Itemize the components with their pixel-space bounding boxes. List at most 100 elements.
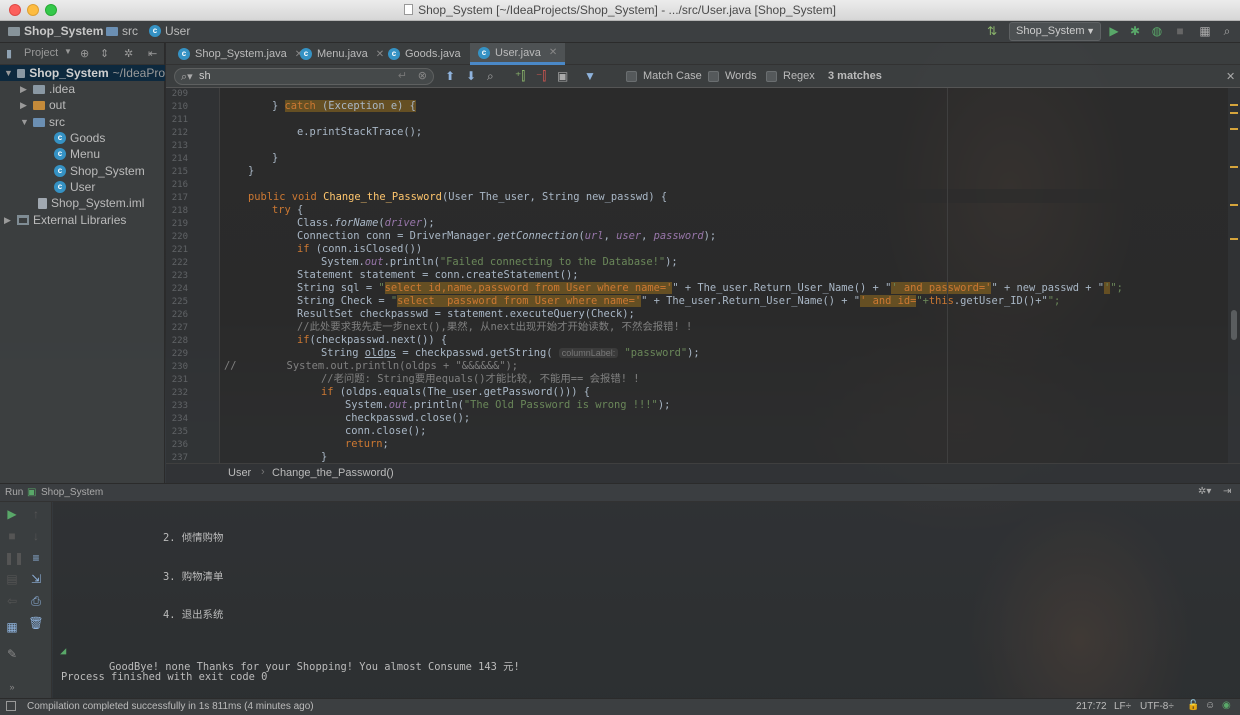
- words-checkbox[interactable]: [708, 71, 719, 82]
- select-all-occurrences-icon[interactable]: ▣: [557, 69, 568, 83]
- occurrence-marker[interactable]: [1230, 104, 1238, 106]
- tree-item-path: ~/IdeaPro: [112, 66, 165, 80]
- tree-item-idea[interactable]: ▶ .idea: [20, 81, 75, 97]
- breadcrumb-method[interactable]: Change_the_Password(): [272, 467, 394, 479]
- pause-icon[interactable]: ❚❚: [4, 551, 24, 565]
- chevron-down-icon[interactable]: ▼: [64, 47, 72, 56]
- hide-panel-icon[interactable]: ⇥: [1223, 486, 1231, 497]
- occurrence-marker[interactable]: [1230, 204, 1238, 206]
- locate-icon[interactable]: ⊕: [80, 47, 89, 60]
- tree-item-iml[interactable]: Shop_System.iml: [38, 195, 144, 211]
- line-separator-select[interactable]: LF÷: [1114, 701, 1131, 712]
- tree-item-menu[interactable]: c Menu: [54, 146, 100, 162]
- hide-panel-icon[interactable]: ⇤: [148, 47, 157, 60]
- search-input[interactable]: ⌕▾ sh ↵ ⊗: [174, 68, 434, 85]
- line-number: 231: [171, 375, 188, 385]
- line-number-gutter: 209 210 211 212 213 214 215 216 217 218 219 220 221 2…: [166, 88, 220, 463]
- tree-item-shop-system[interactable]: c Shop_System: [54, 163, 145, 179]
- module-icon: [16, 68, 26, 78]
- debug-icon[interactable]: ✱: [1128, 24, 1142, 38]
- close-window-button[interactable]: [9, 4, 21, 16]
- scroll-down-icon[interactable]: ↓: [28, 529, 44, 543]
- exit-icon[interactable]: ⇦: [4, 594, 20, 608]
- tab-user-java[interactable]: c User.java ✕: [470, 43, 566, 65]
- newline-icon[interactable]: ↵: [398, 69, 407, 84]
- class-icon: c: [54, 181, 66, 193]
- tree-item-src[interactable]: ▼ src: [20, 114, 65, 130]
- code-line-229: String oldps = checkpasswd.getString( co…: [321, 347, 700, 359]
- coverage-icon[interactable]: ◍: [1150, 24, 1164, 38]
- project-structure-icon[interactable]: ▦: [1198, 24, 1212, 38]
- filter-icon[interactable]: ▼: [584, 69, 596, 83]
- add-occurrence-icon[interactable]: ⁺⫿: [515, 69, 525, 84]
- run-config-select[interactable]: Shop_System ▼: [1009, 22, 1101, 41]
- match-case-checkbox[interactable]: [626, 71, 637, 82]
- console-line: 3. 购物清单: [163, 571, 224, 583]
- tab-shop-system-java[interactable]: c Shop_System.java ✕: [170, 43, 311, 65]
- dump-threads-icon[interactable]: ▤: [4, 572, 20, 586]
- line-number: 234: [171, 414, 188, 424]
- nav-crumb-file[interactable]: c User: [149, 24, 190, 38]
- encoding-select[interactable]: UTF-8÷: [1140, 701, 1174, 712]
- caret-position[interactable]: 217:72: [1076, 701, 1107, 712]
- pin-icon[interactable]: ✎: [4, 647, 20, 661]
- tree-item-user[interactable]: c User: [54, 179, 95, 195]
- next-occurrence-icon[interactable]: ⬇: [466, 69, 476, 83]
- clear-all-icon[interactable]: 🗑: [28, 616, 44, 630]
- event-log-icon[interactable]: ◉: [1222, 700, 1231, 711]
- close-icon[interactable]: ✕: [549, 47, 557, 58]
- expand-icon[interactable]: »: [4, 680, 20, 694]
- regex-checkbox[interactable]: [766, 71, 777, 82]
- gear-icon[interactable]: ✲▾: [1198, 486, 1211, 497]
- nav-crumb-src[interactable]: src: [106, 24, 138, 38]
- previous-occurrence-icon[interactable]: ⬆: [445, 69, 455, 83]
- tree-item-goods[interactable]: c Goods: [54, 130, 105, 146]
- stop-icon[interactable]: ■: [4, 529, 20, 543]
- scroll-thumb[interactable]: [1231, 310, 1237, 340]
- build-icon[interactable]: ⇅: [985, 24, 999, 38]
- inspector-icon[interactable]: ☺: [1205, 700, 1215, 711]
- remove-occurrence-icon[interactable]: ⁻⫿: [536, 69, 546, 84]
- occurrence-marker[interactable]: [1230, 238, 1238, 240]
- tool-windows-icon[interactable]: [6, 701, 16, 711]
- scroll-to-end-icon[interactable]: ⇲: [28, 572, 44, 586]
- run-icon[interactable]: ▶: [1107, 24, 1121, 38]
- occurrence-marker[interactable]: [1230, 128, 1238, 130]
- print-icon[interactable]: ⎙: [28, 594, 44, 608]
- tab-menu-java[interactable]: c Menu.java ✕: [292, 43, 392, 65]
- line-number: 213: [171, 141, 188, 151]
- minimize-window-button[interactable]: [27, 4, 39, 16]
- collapse-icon[interactable]: ⇕: [100, 47, 109, 60]
- console-output[interactable]: 2. 倾情购物 3. 购物清单 4. 退出系统 ◢ GoodBye! none …: [53, 502, 1240, 698]
- error-stripe[interactable]: [1228, 88, 1240, 463]
- status-message[interactable]: Compilation completed successfully in 1s…: [27, 701, 314, 712]
- tree-item-external-libraries[interactable]: ▶ External Libraries: [4, 212, 126, 228]
- scroll-up-icon[interactable]: ↑: [28, 507, 44, 521]
- project-view-select[interactable]: Project: [24, 47, 58, 59]
- run-panel-header: Run ▣ Shop_System ✲▾ ⇥: [0, 483, 1240, 502]
- occurrence-marker[interactable]: [1230, 112, 1238, 114]
- code-line-231: //老问题: String要用equals()才能比较, 不能用== 会报错! …: [321, 373, 640, 385]
- tree-item-label: Menu: [70, 147, 101, 161]
- run-tab-label[interactable]: Shop_System: [41, 487, 103, 498]
- input-marker-icon: ◢: [60, 645, 67, 657]
- code-editor[interactable]: } catch (Exception e) { e.printStackTrac…: [220, 88, 1228, 463]
- code-line-228: if(checkpasswd.next()) {: [297, 334, 448, 346]
- expanded-arrow-icon: ▼: [20, 117, 29, 127]
- tree-item-out[interactable]: ▶ out: [20, 97, 66, 113]
- find-all-icon[interactable]: ⌕: [487, 69, 494, 84]
- tree-item-module[interactable]: ▼ Shop_System ~/IdeaPro: [0, 65, 165, 81]
- restore-layout-icon[interactable]: ▦: [4, 620, 20, 634]
- nav-crumb-project[interactable]: Shop_System: [8, 24, 103, 38]
- clear-search-icon[interactable]: ⊗: [418, 69, 427, 84]
- close-find-bar-icon[interactable]: ✕: [1226, 70, 1235, 83]
- breadcrumb-class[interactable]: User: [228, 467, 251, 479]
- gear-icon[interactable]: ✲: [124, 47, 133, 60]
- lock-icon[interactable]: 🔓: [1187, 700, 1199, 711]
- search-everywhere-icon[interactable]: ⌕: [1220, 24, 1234, 38]
- zoom-window-button[interactable]: [45, 4, 57, 16]
- occurrence-marker[interactable]: [1230, 166, 1238, 168]
- soft-wrap-icon[interactable]: ≡: [28, 551, 44, 565]
- stop-icon[interactable]: ■: [1173, 24, 1187, 38]
- rerun-icon[interactable]: ▶: [4, 507, 20, 521]
